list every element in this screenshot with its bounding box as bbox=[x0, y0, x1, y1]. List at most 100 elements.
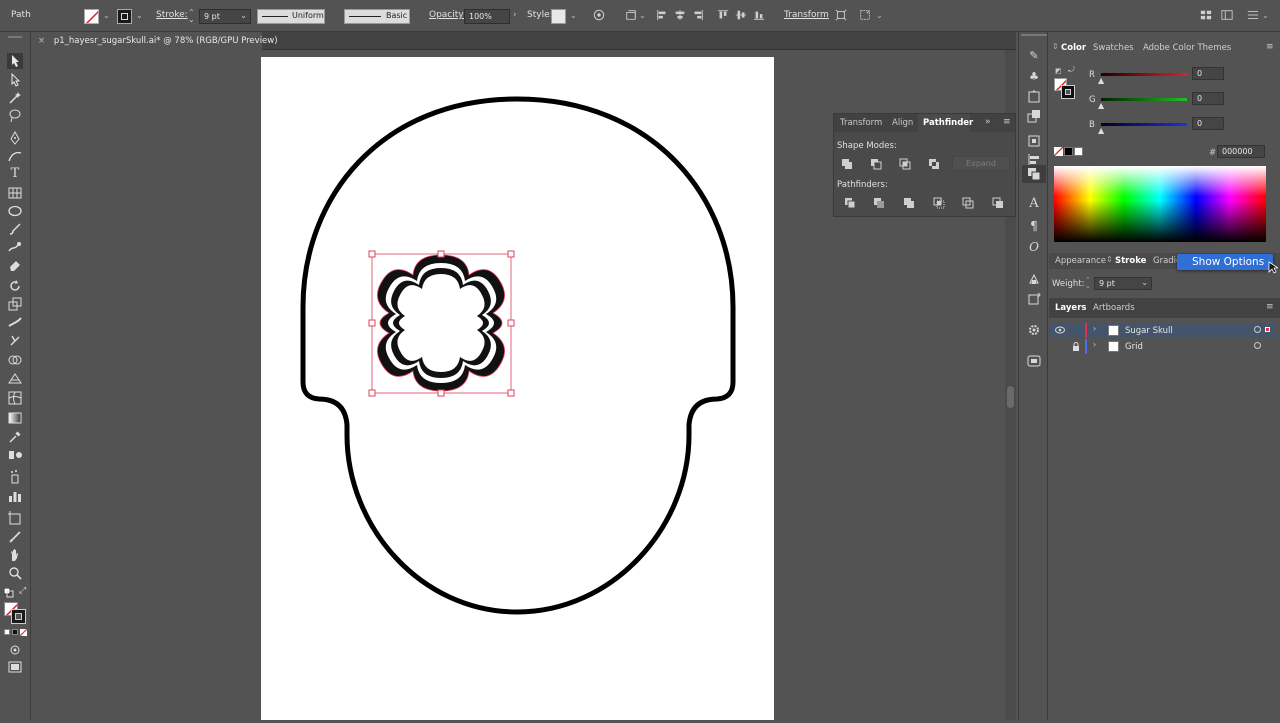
collapse-panel-icon[interactable]: » bbox=[985, 117, 991, 127]
transform-panel-icon[interactable] bbox=[1027, 134, 1041, 148]
outline-icon[interactable] bbox=[962, 197, 974, 209]
none-mode-icon[interactable] bbox=[20, 629, 27, 636]
screen-mode-icon[interactable] bbox=[8, 661, 22, 673]
layer-row-sugar-skull[interactable]: › Sugar Skull bbox=[1049, 323, 1275, 338]
pen-tool-icon[interactable] bbox=[7, 130, 23, 146]
perspective-grid-tool-icon[interactable] bbox=[7, 371, 23, 387]
symbol-sprayer-tool-icon[interactable] bbox=[7, 469, 23, 485]
artboards-panel-icon[interactable] bbox=[1027, 292, 1041, 306]
line-segment-tool-icon[interactable] bbox=[7, 185, 23, 201]
handle-bottom-left[interactable] bbox=[368, 389, 376, 397]
intersect-icon[interactable] bbox=[899, 158, 911, 170]
vertical-align-bottom-icon[interactable] bbox=[752, 9, 766, 21]
artboard-tool-icon[interactable] bbox=[7, 510, 23, 526]
paragraph-panel-icon[interactable]: ¶ bbox=[1027, 219, 1041, 233]
shaper-tool-icon[interactable] bbox=[7, 239, 23, 255]
crop-icon[interactable] bbox=[933, 197, 945, 209]
dock-grip[interactable] bbox=[1021, 34, 1047, 36]
red-value-field[interactable]: 0 bbox=[1192, 67, 1224, 80]
tab-align[interactable]: Align bbox=[892, 118, 913, 128]
color-panel-menu-icon[interactable]: ≡ bbox=[1266, 42, 1274, 52]
stroke-tab-stepper-icon[interactable]: ⇕ bbox=[1106, 255, 1113, 264]
ellipse-tool-icon[interactable] bbox=[7, 203, 23, 219]
libraries-icon[interactable] bbox=[1027, 354, 1041, 368]
variable-width-profile-select[interactable]: Uniform bbox=[257, 9, 325, 24]
selection-tool-icon[interactable] bbox=[7, 53, 23, 69]
weight-field[interactable]: 9 pt ⌄ bbox=[1094, 277, 1152, 290]
layer-row-grid[interactable]: › Grid bbox=[1049, 339, 1275, 354]
eyedropper-tool-icon[interactable] bbox=[7, 429, 23, 445]
stroke-weight-stepper-icon[interactable]: ⌃ ⌄ bbox=[188, 9, 195, 24]
control-bar-dropdown-icon[interactable]: ⌄ bbox=[1262, 11, 1269, 20]
stroke-label[interactable]: Stroke: bbox=[156, 10, 188, 20]
stroke-swatch[interactable] bbox=[117, 9, 132, 24]
puppet-warp-tool-icon[interactable] bbox=[7, 333, 23, 349]
default-fill-stroke-icon[interactable] bbox=[4, 588, 14, 598]
align-dropdown-icon[interactable]: ⌄ bbox=[639, 11, 646, 20]
transform-link[interactable]: Transform bbox=[784, 10, 829, 20]
scrollbar-thumb[interactable] bbox=[1007, 386, 1014, 408]
handle-bottom-right[interactable] bbox=[507, 389, 515, 397]
color-panel-stroke-swatch[interactable] bbox=[1061, 85, 1075, 99]
divide-icon[interactable] bbox=[844, 197, 856, 209]
tab-layers[interactable]: Layers bbox=[1055, 303, 1086, 313]
shape-builder-tool-icon[interactable] bbox=[7, 352, 23, 368]
brushes-icon[interactable]: ✎ bbox=[1027, 49, 1041, 63]
graphic-styles-icon[interactable] bbox=[1027, 90, 1041, 104]
panel-menu-icon[interactable]: ≡ bbox=[1003, 117, 1011, 127]
layer-name[interactable]: Grid bbox=[1125, 342, 1143, 352]
gradient-tool-icon[interactable] bbox=[7, 410, 23, 426]
character-panel-icon[interactable]: A bbox=[1027, 197, 1041, 211]
horizontal-align-right-icon[interactable] bbox=[691, 9, 705, 21]
layers-panel-menu-icon[interactable]: ≡ bbox=[1266, 302, 1274, 312]
handle-left[interactable] bbox=[368, 319, 376, 327]
minus-back-icon[interactable] bbox=[992, 197, 1004, 209]
tab-color[interactable]: Color bbox=[1061, 43, 1086, 53]
direct-selection-tool-icon[interactable] bbox=[7, 72, 23, 88]
handle-top-right[interactable] bbox=[507, 250, 515, 258]
type-tool-icon[interactable]: T bbox=[7, 166, 23, 182]
white-color-chip[interactable] bbox=[1074, 147, 1083, 156]
control-bar-menu-icon[interactable] bbox=[1246, 9, 1260, 21]
symbols-icon[interactable]: ♣ bbox=[1027, 70, 1041, 84]
trim-icon[interactable] bbox=[873, 197, 885, 209]
weight-stepper-icon[interactable]: ⌃ ⌄ bbox=[1085, 277, 1091, 290]
opacity-field[interactable]: 100% bbox=[464, 9, 510, 24]
default-colors-icon[interactable]: ◩ bbox=[1055, 67, 1062, 75]
tab-stroke[interactable]: Stroke bbox=[1115, 256, 1146, 266]
horizontal-align-center-icon[interactable] bbox=[673, 9, 687, 21]
graphic-style-swatch[interactable] bbox=[551, 9, 566, 24]
opacity-label[interactable]: Opacity: bbox=[429, 10, 466, 20]
close-tab-icon[interactable]: × bbox=[38, 36, 45, 46]
swap-colors-icon[interactable]: ⤾ bbox=[1068, 65, 1075, 75]
blue-slider-thumb-icon[interactable]: ▲ bbox=[1098, 126, 1104, 135]
swap-fill-stroke-icon[interactable]: ⤢ bbox=[19, 586, 26, 596]
document-tab[interactable]: × p1_hayesr_sugarSkull.ai* @ 78% (RGB/GP… bbox=[32, 32, 278, 50]
slice-tool-icon[interactable] bbox=[7, 529, 23, 545]
visibility-eye-icon[interactable] bbox=[1055, 326, 1065, 334]
blue-slider-track[interactable] bbox=[1101, 123, 1187, 126]
tab-appearance[interactable]: Appearance bbox=[1055, 256, 1106, 266]
none-color-chip[interactable] bbox=[1054, 147, 1063, 156]
magic-wand-tool-icon[interactable] bbox=[7, 90, 23, 106]
panel-stepper-icon[interactable]: ⇕ bbox=[1052, 42, 1059, 51]
flower-shape[interactable] bbox=[377, 254, 505, 392]
tab-transform[interactable]: Transform bbox=[840, 118, 882, 128]
green-slider-track[interactable] bbox=[1101, 98, 1187, 101]
handle-right[interactable] bbox=[507, 319, 515, 327]
expand-layer-icon[interactable]: › bbox=[1093, 324, 1096, 333]
blend-tool-icon[interactable] bbox=[7, 447, 23, 463]
exclude-icon[interactable] bbox=[928, 158, 940, 170]
vertical-align-center-icon[interactable] bbox=[734, 9, 748, 21]
toolbar-grip[interactable] bbox=[8, 36, 22, 38]
handle-top-left[interactable] bbox=[368, 250, 376, 258]
shape-transform-icon[interactable] bbox=[834, 9, 848, 21]
fill-swatch[interactable] bbox=[84, 9, 99, 24]
stroke-weight-field[interactable]: 9 pt ⌄ bbox=[199, 9, 251, 24]
handle-bottom[interactable] bbox=[437, 389, 445, 397]
tab-adobe-color-themes[interactable]: Adobe Color Themes bbox=[1143, 43, 1231, 53]
vertical-align-top-icon[interactable] bbox=[716, 9, 730, 21]
color-mode-icon[interactable] bbox=[4, 629, 10, 635]
green-value-field[interactable]: 0 bbox=[1192, 92, 1224, 105]
skull-outline[interactable] bbox=[300, 96, 736, 615]
